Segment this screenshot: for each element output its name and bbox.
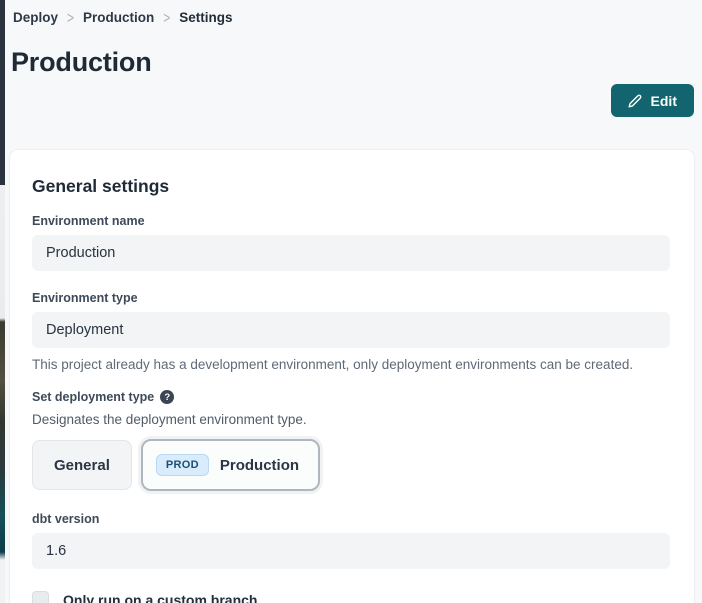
breadcrumb-settings: Settings <box>179 10 232 25</box>
deployment-type-description: Designates the deployment environment ty… <box>32 412 670 427</box>
deployment-type-production-button[interactable]: PROD Production <box>141 439 320 491</box>
breadcrumb-chevron-icon: > <box>163 8 170 26</box>
breadcrumb-chevron-icon: > <box>67 8 74 26</box>
environment-type-input[interactable]: Deployment <box>32 312 670 348</box>
edit-button[interactable]: Edit <box>611 84 694 117</box>
general-settings-heading: General settings <box>32 176 670 197</box>
help-question-icon[interactable]: ? <box>160 390 174 404</box>
breadcrumb-production[interactable]: Production <box>83 10 154 25</box>
environment-settings-page: Deploy > Production > Settings Productio… <box>5 0 702 603</box>
environment-name-label: Environment name <box>32 214 670 228</box>
environment-name-input[interactable]: Production <box>32 235 670 271</box>
environment-name-value: Production <box>46 245 115 261</box>
breadcrumb: Deploy > Production > Settings <box>5 0 702 25</box>
environment-type-value: Deployment <box>46 322 123 338</box>
custom-branch-checkbox[interactable] <box>32 591 49 603</box>
deployment-type-options: General PROD Production <box>32 439 670 491</box>
deployment-type-label-text: Set deployment type <box>32 390 154 404</box>
dbt-version-input[interactable]: 1.6 <box>32 533 670 569</box>
prod-badge: PROD <box>156 454 209 476</box>
general-settings-card: General settings Environment name Produc… <box>10 150 694 603</box>
production-option-label: Production <box>220 457 299 474</box>
deployment-type-label: Set deployment type ? <box>32 390 670 404</box>
edit-button-label: Edit <box>651 93 677 109</box>
dbt-version-label: dbt version <box>32 512 670 526</box>
edit-pencil-icon <box>628 94 642 108</box>
environment-type-helper: This project already has a development e… <box>32 357 670 372</box>
page-title: Production <box>11 47 702 78</box>
custom-branch-row: Only run on a custom branch <box>32 591 670 603</box>
dbt-version-value: 1.6 <box>46 543 66 559</box>
general-option-label: General <box>54 457 110 474</box>
custom-branch-label[interactable]: Only run on a custom branch <box>63 592 257 603</box>
breadcrumb-deploy[interactable]: Deploy <box>13 10 58 25</box>
environment-type-label: Environment type <box>32 291 670 305</box>
deployment-type-general-button[interactable]: General <box>32 440 132 490</box>
